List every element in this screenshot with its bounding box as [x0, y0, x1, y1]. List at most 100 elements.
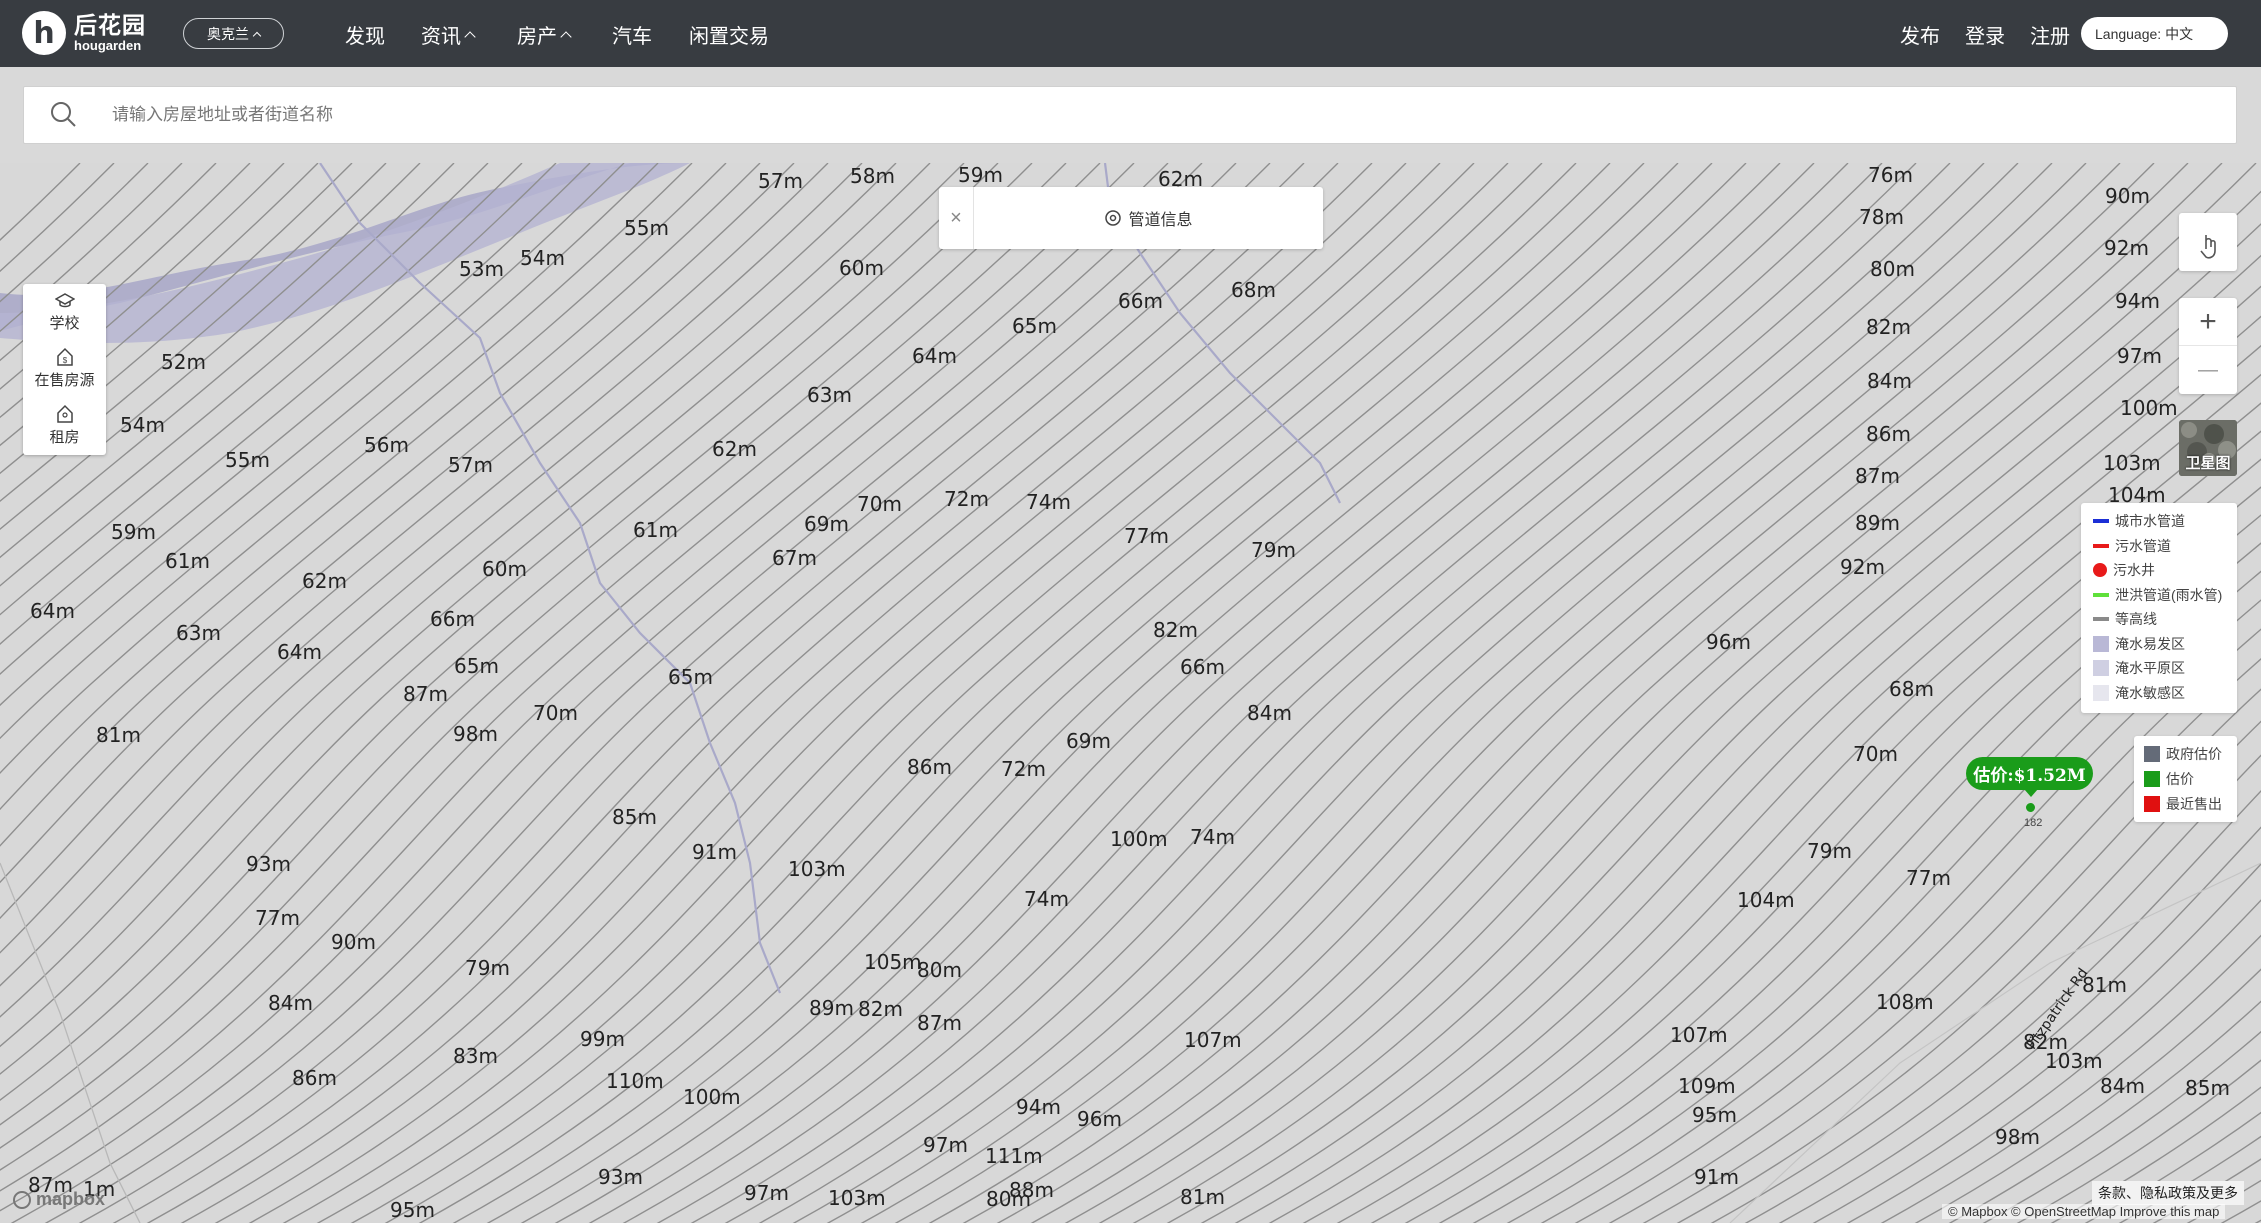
contour-elevation-label: 62m	[302, 569, 347, 593]
contour-elevation-label: 104m	[1737, 888, 1795, 912]
contour-elevation-label: 92m	[2104, 236, 2149, 260]
contour-elevation-label: 56m	[364, 433, 409, 457]
house-key-icon	[56, 404, 73, 423]
contour-elevation-label: 93m	[246, 852, 291, 876]
contour-elevation-label: 97m	[923, 1133, 968, 1157]
contour-elevation-label: 53m	[459, 257, 504, 281]
legend-item: 淹水平原区	[2093, 658, 2185, 678]
contour-elevation-label: 91m	[692, 840, 737, 864]
poi-for-sale[interactable]: $ 在售房源	[23, 347, 106, 390]
contour-elevation-label: 65m	[454, 654, 499, 678]
region-selector[interactable]: 奥克兰	[183, 18, 284, 49]
close-icon[interactable]: ×	[939, 187, 974, 249]
nav-news[interactable]: 资讯	[421, 20, 476, 49]
legend-label: 污水井	[2113, 562, 2155, 578]
contour-elevation-label: 67m	[772, 546, 817, 570]
contour-elevation-label: 78m	[1859, 205, 1904, 229]
contour-elevation-label: 82m	[1866, 315, 1911, 339]
pipeline-info-button[interactable]: 管道信息	[974, 187, 1323, 249]
property-pin[interactable]	[2024, 801, 2037, 814]
contour-elevation-label: 92m	[1840, 555, 1885, 579]
map-attribution[interactable]: © Mapbox © OpenStreetMap Improve this ma…	[1942, 1204, 2226, 1219]
contour-elevation-label: 107m	[1184, 1028, 1242, 1052]
satellite-label: 卫星图	[2185, 455, 2231, 472]
zoom-out-button[interactable]: —	[2179, 346, 2237, 394]
location-target-icon	[1105, 210, 1122, 226]
legend-item: 污水井	[2093, 560, 2155, 580]
legend-label: 最近售出	[2166, 796, 2222, 812]
publish-link[interactable]: 发布	[1900, 20, 1940, 49]
terms-link[interactable]: 条款、隐私政策及更多	[2092, 1181, 2244, 1205]
contour-elevation-label: 72m	[1001, 757, 1046, 781]
nav-car[interactable]: 汽车	[612, 20, 652, 49]
register-link[interactable]: 注册	[2030, 20, 2070, 49]
search-icon[interactable]	[44, 86, 94, 144]
contour-elevation-label: 86m	[292, 1066, 337, 1090]
badge-pointer	[2024, 789, 2038, 797]
map-canvas[interactable]: 57m 58m 59m 62m 76m 90m 55m 78m 53m 54m 60m 80m 92m 6…	[0, 163, 2261, 1223]
mapbox-logo[interactable]: mapbox	[12, 1189, 105, 1210]
chevron-up-icon	[252, 31, 262, 40]
contour-elevation-label: 57m	[758, 169, 803, 193]
logo-text-cn: 后花园	[74, 12, 146, 38]
logo[interactable]: h 后花园 hougarden	[22, 10, 146, 56]
contour-elevation-label: 103m	[788, 857, 846, 881]
nav-property[interactable]: 房产	[517, 20, 572, 49]
touch-toggle-button[interactable]	[2179, 213, 2237, 271]
contour-elevation-label: 94m	[1016, 1095, 1061, 1119]
contour-elevation-label: 61m	[633, 518, 678, 542]
contour-elevation-label: 55m	[624, 216, 669, 240]
poi-rent[interactable]: 租房	[23, 404, 106, 447]
price-legend-item: 政府估价	[2144, 744, 2222, 764]
estimate-price-badge[interactable]: 估价:$1.52M	[1966, 757, 2093, 790]
price-legend: 政府估价估价最近售出	[2134, 736, 2237, 822]
legend-swatch	[2093, 543, 2109, 548]
contour-elevation-label: 109m	[1678, 1074, 1736, 1098]
nav-marketplace[interactable]: 闲置交易	[689, 20, 769, 49]
contour-elevation-label: 63m	[176, 621, 221, 645]
contour-elevation-label: 100m	[2120, 396, 2178, 420]
legend-label: 等高线	[2115, 611, 2157, 627]
login-link[interactable]: 登录	[1965, 20, 2005, 49]
contour-elevation-label: 79m	[1251, 538, 1296, 562]
contour-elevation-label: 100m	[1110, 827, 1168, 851]
satellite-toggle[interactable]: 卫星图	[2179, 420, 2237, 476]
hand-pointer-icon	[2200, 235, 2216, 259]
contour-elevation-label: 54m	[520, 246, 565, 270]
contour-elevation-label: 94m	[2115, 289, 2160, 313]
contour-elevation-label: 99m	[580, 1027, 625, 1051]
legend-item: 泄洪管道(雨水管)	[2093, 585, 2222, 605]
contour-elevation-label: 80m	[1870, 257, 1915, 281]
legend-label: 淹水易发区	[2115, 635, 2185, 652]
contour-elevation-label: 93m	[598, 1165, 643, 1189]
legend-swatch	[2093, 635, 2109, 652]
legend-label: 估价	[2166, 771, 2194, 787]
contour-elevation-label: 70m	[533, 701, 578, 725]
contour-elevation-label: 103m	[828, 1186, 886, 1210]
mapbox-icon	[13, 1190, 31, 1209]
contour-elevation-label: 80m	[986, 1187, 1031, 1211]
contour-elevation-label: 52m	[161, 350, 206, 374]
legend-swatch	[2144, 796, 2160, 812]
nav-discover[interactable]: 发现	[345, 20, 385, 49]
contour-elevation-label: 66m	[1180, 655, 1225, 679]
contour-elevation-label: 63m	[807, 383, 852, 407]
contour-elevation-label: 103m	[2103, 451, 2161, 475]
contour-elevation-label: 89m	[1855, 511, 1900, 535]
contour-elevation-label: 61m	[165, 549, 210, 573]
contour-elevation-label: 74m	[1024, 887, 1069, 911]
contour-elevation-label: 96m	[1706, 630, 1751, 654]
contour-elevation-label: 87m	[403, 682, 448, 706]
contour-elevation-label: 82m	[858, 997, 903, 1021]
search-input[interactable]	[112, 105, 2012, 125]
language-selector[interactable]: Language: 中文	[2081, 17, 2228, 50]
contour-elevation-label: 80m	[917, 958, 962, 982]
contour-elevation-label: 84m	[1867, 369, 1912, 393]
contour-elevation-label: 68m	[1889, 677, 1934, 701]
poi-school[interactable]: 学校	[23, 292, 106, 333]
zoom-in-button[interactable]: +	[2179, 298, 2237, 346]
contour-elevation-label: 69m	[1066, 729, 1111, 753]
contour-elevation-label: 81m	[1180, 1185, 1225, 1209]
contour-elevation-label: 66m	[1118, 289, 1163, 313]
contour-elevation-label: 79m	[1807, 839, 1852, 863]
